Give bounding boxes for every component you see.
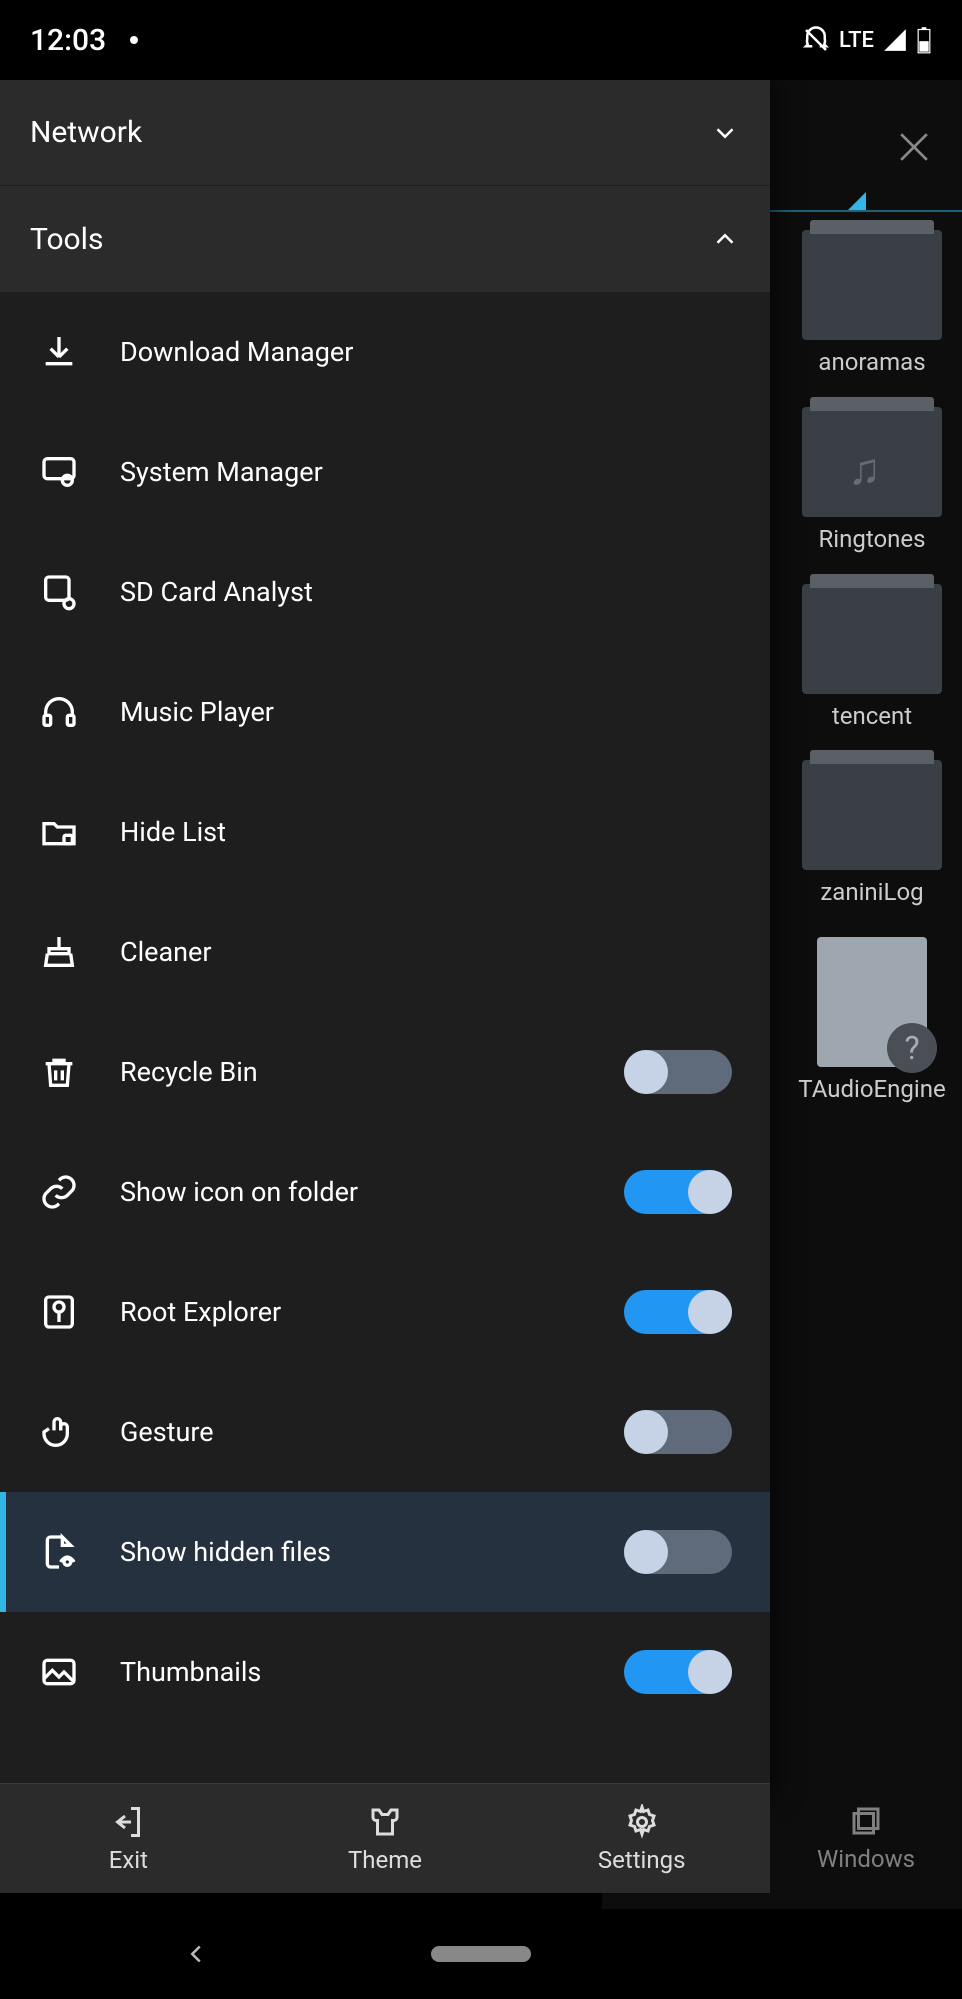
unknown-badge-icon: ?	[887, 1023, 937, 1073]
system-nav-bar	[0, 1909, 962, 1999]
folder-label: zaniniLog	[820, 878, 923, 907]
exit-button[interactable]: Exit	[0, 1784, 257, 1893]
back-icon[interactable]	[181, 1939, 211, 1969]
file-eye-icon	[38, 1531, 80, 1573]
folder-lock-icon	[38, 811, 80, 853]
theme-button[interactable]: Theme	[257, 1784, 514, 1893]
tool-download-manager[interactable]: Download Manager	[0, 292, 770, 412]
tool-label: Show hidden files	[120, 1536, 584, 1568]
button-label: Theme	[348, 1846, 422, 1874]
section-label: Tools	[30, 222, 103, 257]
root-icon	[38, 1291, 80, 1333]
system-icon	[38, 451, 80, 493]
download-icon	[38, 331, 80, 373]
recycle-bin-toggle[interactable]	[624, 1050, 732, 1094]
tool-label: Thumbnails	[120, 1656, 584, 1688]
drawer-bottom-bar: Exit Theme Settings	[0, 1783, 770, 1893]
tool-show-hidden-files[interactable]: Show hidden files	[0, 1492, 770, 1612]
folder-icon	[802, 230, 942, 340]
folder-icon	[802, 584, 942, 694]
button-label: Windows	[817, 1845, 915, 1873]
folder-item[interactable]: ♫ Ringtones	[782, 407, 962, 554]
folder-item[interactable]: zaniniLog	[782, 760, 962, 907]
tool-label: System Manager	[120, 456, 732, 488]
tool-root-explorer[interactable]: Root Explorer	[0, 1252, 770, 1372]
show-icon-toggle[interactable]	[624, 1170, 732, 1214]
signal-icon	[882, 27, 908, 53]
tool-label: Download Manager	[120, 336, 732, 368]
root-explorer-toggle[interactable]	[624, 1290, 732, 1334]
tool-system-manager[interactable]: System Manager	[0, 412, 770, 532]
tool-show-icon-on-folder[interactable]: Show icon on folder	[0, 1132, 770, 1252]
settings-button[interactable]: Settings	[513, 1784, 770, 1893]
folder-item[interactable]: tencent	[782, 584, 962, 731]
tool-label: SD Card Analyst	[120, 576, 732, 608]
drawer-section-tools[interactable]: Tools	[0, 186, 770, 292]
file-item[interactable]: ? TAudioEngine	[782, 937, 962, 1104]
music-note-icon: ♫	[848, 443, 881, 495]
show-hidden-files-toggle[interactable]	[624, 1530, 732, 1574]
tool-sd-card-analyst[interactable]: SD Card Analyst	[0, 532, 770, 652]
tool-label: Show icon on folder	[120, 1176, 584, 1208]
tool-label: Recycle Bin	[120, 1056, 584, 1088]
folder-icon: ♫	[802, 407, 942, 517]
headphones-icon	[38, 691, 80, 733]
network-label: LTE	[839, 28, 874, 53]
section-label: Network	[30, 115, 142, 150]
chevron-up-icon	[710, 224, 740, 254]
close-icon[interactable]	[892, 125, 936, 169]
tools-list: Download Manager System Manager SD Card …	[0, 292, 770, 1799]
folder-label: tencent	[832, 702, 912, 731]
theme-icon	[367, 1804, 403, 1840]
folder-item[interactable]: anoramas	[782, 230, 962, 377]
trash-icon	[38, 1051, 80, 1093]
tool-cleaner[interactable]: Cleaner	[0, 892, 770, 1012]
drawer-section-network[interactable]: Network	[0, 80, 770, 186]
link-icon	[38, 1171, 80, 1213]
folder-icon	[802, 760, 942, 870]
folder-label: Ringtones	[818, 525, 925, 554]
image-icon	[38, 1651, 80, 1693]
windows-button[interactable]: Windows	[770, 1783, 962, 1893]
gear-icon	[624, 1804, 660, 1840]
tool-label: Gesture	[120, 1416, 584, 1448]
file-label: TAudioEngine	[798, 1075, 945, 1104]
tool-thumbnails[interactable]: Thumbnails	[0, 1612, 770, 1732]
status-icons: LTE	[801, 25, 932, 55]
tool-music-player[interactable]: Music Player	[0, 652, 770, 772]
tab-indicator-icon	[848, 192, 866, 210]
sdcard-icon	[38, 571, 80, 613]
status-time: 12:03	[30, 23, 106, 58]
file-icon: ?	[817, 937, 927, 1067]
windows-icon	[848, 1803, 884, 1839]
tool-label: Hide List	[120, 816, 732, 848]
tool-recycle-bin[interactable]: Recycle Bin	[0, 1012, 770, 1132]
button-label: Settings	[598, 1846, 686, 1874]
exit-icon	[110, 1804, 146, 1840]
dnd-icon	[801, 25, 831, 55]
home-pill[interactable]	[431, 1946, 531, 1962]
gesture-icon	[38, 1411, 80, 1453]
status-dot-icon	[130, 36, 138, 44]
tool-label: Root Explorer	[120, 1296, 584, 1328]
tool-label: Music Player	[120, 696, 732, 728]
broom-icon	[38, 931, 80, 973]
tool-label: Cleaner	[120, 936, 732, 968]
gesture-toggle[interactable]	[624, 1410, 732, 1454]
button-label: Exit	[109, 1846, 148, 1874]
thumbnails-toggle[interactable]	[624, 1650, 732, 1694]
navigation-drawer: Network Tools Download Manager System Ma…	[0, 80, 770, 1799]
battery-icon	[916, 26, 932, 54]
tool-gesture[interactable]: Gesture	[0, 1372, 770, 1492]
tool-hide-list[interactable]: Hide List	[0, 772, 770, 892]
status-bar: 12:03 LTE	[0, 0, 962, 80]
folder-label: anoramas	[818, 348, 925, 377]
chevron-down-icon	[710, 118, 740, 148]
